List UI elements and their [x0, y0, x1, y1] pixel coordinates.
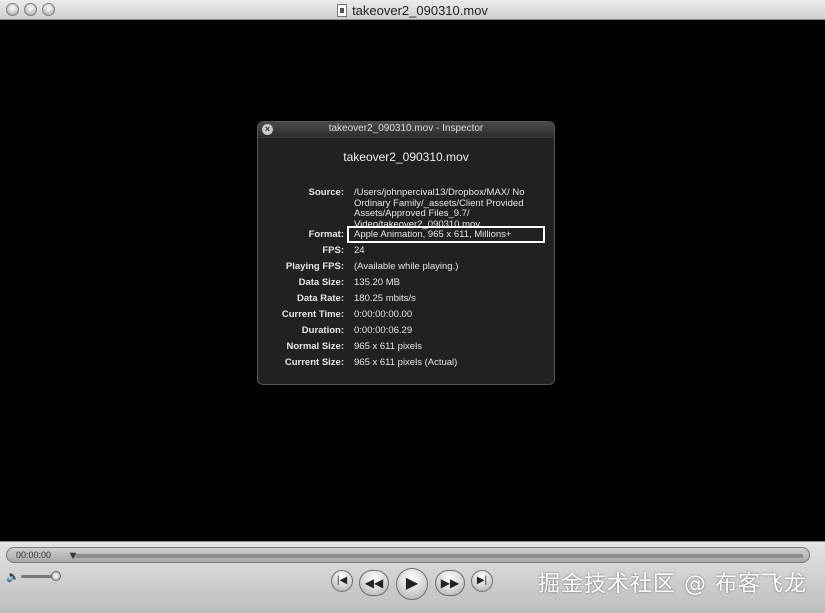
info-value: 180.25 mbits/s — [354, 293, 416, 304]
info-row-duration: Duration: 0:00:00:06.29 — [258, 325, 556, 342]
rewind-button[interactable]: ◀◀ — [359, 570, 389, 596]
info-label: Data Rate: — [297, 293, 344, 304]
info-value: 135.20 MB — [354, 277, 400, 288]
inspector-title-bar[interactable]: × takeover2_090310.mov - Inspector — [258, 122, 554, 138]
info-value: 965 x 611 pixels — [354, 341, 422, 352]
info-value: 0:00:00:06.29 — [354, 325, 413, 336]
info-label: Data Size: — [298, 277, 344, 288]
info-row-normal-size: Normal Size: 965 x 611 pixels — [258, 341, 556, 358]
info-value-format: Apple Animation, 965 x 611, Millions+ — [347, 226, 545, 243]
info-row-current-size: Current Size: 965 x 611 pixels (Actual) — [258, 357, 556, 374]
info-rows: Source: /Users/johnpercival13/Dropbox/MA… — [258, 188, 556, 374]
volume-knob[interactable] — [51, 571, 61, 581]
inspector-title: takeover2_090310.mov - Inspector — [328, 123, 484, 134]
fast-forward-button[interactable]: ▶▶ — [435, 570, 465, 596]
info-label: Current Size: — [284, 357, 344, 368]
movie-document-icon — [337, 3, 348, 17]
info-row-source: Source: /Users/johnpercival13/Dropbox/MA… — [258, 188, 556, 230]
window-title: takeover2_090310.mov — [352, 2, 488, 18]
go-to-end-button[interactable]: ▶| — [471, 570, 493, 592]
info-value: 24 — [354, 245, 365, 256]
playback-controller: 00:00:00 ▼ 🔈 |◀ ◀◀ ▶ ▶▶ ▶| 掘金技术社区 @ 布客飞龙 — [0, 541, 825, 613]
timecode-display: 00:00:00 — [16, 550, 52, 560]
info-label: Playing FPS: — [285, 261, 344, 272]
info-row-format: Format: Apple Animation, 965 x 611, Mill… — [258, 226, 556, 246]
info-value: 965 x 611 pixels (Actual) — [354, 357, 458, 368]
speaker-icon: 🔈 — [6, 571, 20, 583]
info-row-playing-fps: Playing FPS: (Available while playing.) — [258, 261, 556, 278]
play-button[interactable]: ▶ — [396, 568, 428, 600]
info-row-data-size: Data Size: 135.20 MB — [258, 277, 556, 294]
watermark-text: 掘金技术社区 @ 布客飞龙 — [538, 572, 807, 597]
timeline-track[interactable] — [73, 554, 803, 558]
highlight-box — [347, 226, 545, 243]
info-value: /Users/johnpercival13/Dropbox/MAX/ No Or… — [354, 188, 525, 230]
info-label: FPS: — [322, 245, 344, 256]
info-label: Source: — [308, 188, 344, 198]
inspector-filename: takeover2_090310.mov — [343, 150, 469, 164]
info-label: Current Time: — [281, 309, 344, 320]
info-value: 0:00:00:00.00 — [354, 309, 413, 320]
info-label: Duration: — [301, 325, 344, 336]
info-row-current-time: Current Time: 0:00:00:00.00 — [258, 309, 556, 326]
info-label: Normal Size: — [286, 341, 344, 352]
inspector-panel: × takeover2_090310.mov - Inspector takeo… — [257, 121, 555, 385]
window-title-group: takeover2_090310.mov — [0, 0, 825, 20]
timeline-scrubber[interactable]: 00:00:00 ▼ — [6, 547, 810, 563]
playhead-icon[interactable]: ▼ — [67, 550, 79, 564]
info-row-fps: FPS: 24 — [258, 245, 556, 262]
info-label: Format: — [308, 229, 344, 240]
title-bar[interactable]: takeover2_090310.mov — [0, 0, 825, 20]
quicktime-window: takeover2_090310.mov × takeover2_090310.… — [0, 0, 825, 613]
go-to-start-button[interactable]: |◀ — [331, 570, 353, 592]
info-value: (Available while playing.) — [354, 261, 459, 272]
info-row-data-rate: Data Rate: 180.25 mbits/s — [258, 293, 556, 310]
